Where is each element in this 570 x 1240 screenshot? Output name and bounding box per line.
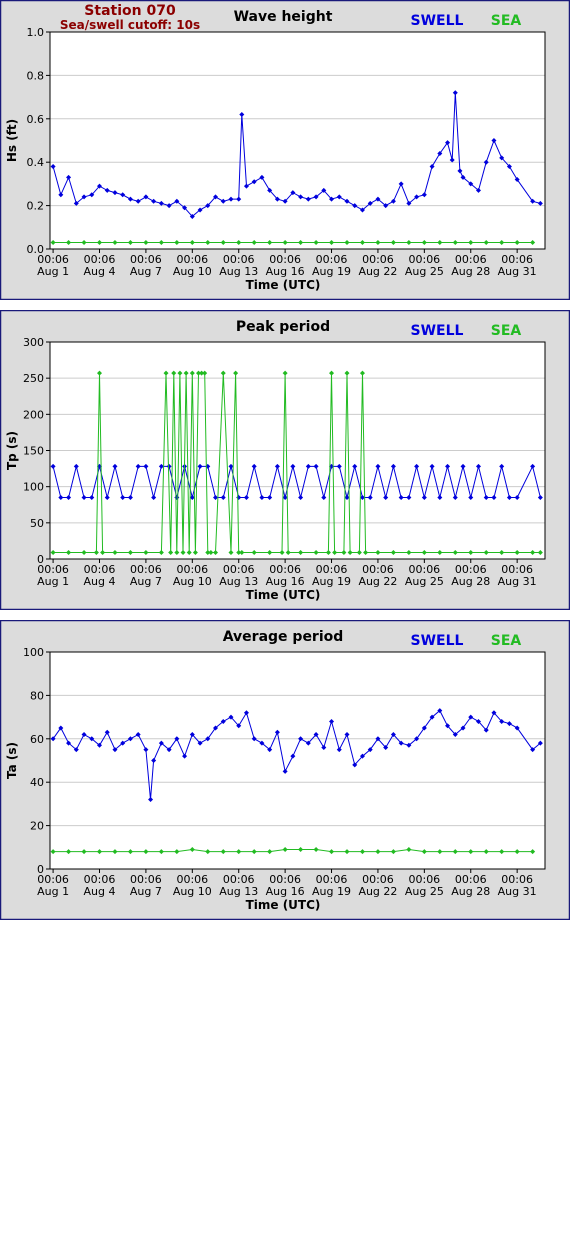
legend-swell: SWELL [411, 323, 464, 339]
average-period-chart: 02040608010000:06Aug 100:06Aug 400:06Aug… [0, 620, 570, 920]
y-tick-label: 0.2 [27, 200, 45, 213]
y-tick-label: 0.6 [27, 113, 45, 126]
x-axis-label: Time (UTC) [246, 588, 321, 602]
x-tick-date: Aug 16 [266, 265, 305, 278]
x-tick-date: Aug 4 [84, 575, 116, 588]
x-tick-date: Aug 4 [84, 885, 116, 898]
x-tick-date: Aug 31 [498, 265, 537, 278]
y-tick-label: 100 [23, 481, 44, 494]
x-tick-date: Aug 22 [358, 575, 397, 588]
y-tick-label: 300 [23, 336, 44, 349]
x-tick-date: Aug 31 [498, 575, 537, 588]
x-tick-date: Aug 4 [84, 265, 116, 278]
legend-sea: SEA [491, 13, 522, 29]
peak-period-chart: 05010015020025030000:06Aug 100:06Aug 400… [0, 310, 570, 610]
x-tick-date: Aug 1 [37, 265, 69, 278]
x-tick-date: Aug 22 [358, 885, 397, 898]
y-tick-label: 250 [23, 372, 44, 385]
wave-height-panel: 0.0 0.2 0.4 0.6 0.8 1.0 00:06 Aug 1 00:06 Aug 4 00… [0, 0, 570, 300]
y-tick-label: 150 [23, 445, 44, 458]
y-tick-label: 200 [23, 408, 44, 421]
chart-title: Wave height [234, 9, 333, 25]
x-tick-date: Aug 25 [405, 265, 444, 278]
average-period-panel: 0 20 40 60 80 100 00:06 Aug 1 00:06 Aug 4 00:06 Aug… [0, 620, 570, 920]
chart-title: Peak period [236, 319, 330, 335]
x-tick-date: Aug 13 [219, 265, 258, 278]
x-tick-date: Aug 1 [37, 575, 69, 588]
y-tick-label: 0.8 [27, 69, 45, 82]
y-tick-label: 60 [30, 733, 44, 746]
peak-period-panel: 0 50 100 150 200 250 300 00:06 Aug 1 00:06 Aug 4 00… [0, 310, 570, 610]
x-tick-date: Aug 19 [312, 885, 351, 898]
y-tick-label: 1.0 [27, 26, 45, 39]
x-tick-date: Aug 28 [451, 575, 490, 588]
y-tick-label: 0.4 [27, 156, 45, 169]
chart-title: Average period [223, 629, 344, 645]
y-tick-label: 20 [30, 820, 44, 833]
y-tick-label: 40 [30, 776, 44, 789]
x-tick-date: Aug 10 [173, 575, 212, 588]
legend-swell: SWELL [411, 633, 464, 649]
y-axis-label: Tp (s) [5, 431, 19, 470]
x-tick-date: Aug 19 [312, 265, 351, 278]
legend-sea: SEA [491, 633, 522, 649]
x-tick-date: Aug 10 [173, 265, 212, 278]
x-tick-date: Aug 28 [451, 265, 490, 278]
x-tick-date: Aug 31 [498, 885, 537, 898]
x-tick-date: Aug 1 [37, 885, 69, 898]
y-tick-label: 100 [23, 646, 44, 659]
x-tick-date: Aug 7 [130, 575, 162, 588]
x-tick-date: Aug 13 [219, 885, 258, 898]
y-axis-label: Ta (s) [5, 742, 19, 779]
y-axis-label: Hs (ft) [5, 119, 19, 162]
x-tick-date: Aug 7 [130, 265, 162, 278]
legend-sea: SEA [491, 323, 522, 339]
x-tick-date: Aug 7 [130, 885, 162, 898]
x-tick-date: Aug 25 [405, 885, 444, 898]
x-tick-date: Aug 16 [266, 575, 305, 588]
x-tick-date: Aug 10 [173, 885, 212, 898]
plot-area [50, 652, 545, 869]
x-tick-date: Aug 28 [451, 885, 490, 898]
x-tick-date: Aug 16 [266, 885, 305, 898]
y-tick-label: 80 [30, 689, 44, 702]
cutoff-label: Sea/swell cutoff: 10s [60, 18, 200, 32]
x-tick-date: Aug 25 [405, 575, 444, 588]
y-tick-label: 50 [30, 517, 44, 530]
wave-height-chart: 0.00.20.40.60.81.000:06Aug 100:06Aug 400… [0, 0, 570, 300]
x-tick-date: Aug 22 [358, 265, 397, 278]
legend-swell: SWELL [411, 13, 464, 29]
x-tick-date: Aug 13 [219, 575, 258, 588]
plot-area [50, 32, 545, 249]
x-tick-date: Aug 19 [312, 575, 351, 588]
x-axis-label: Time (UTC) [246, 898, 321, 912]
station-label: Station 070 [84, 3, 176, 19]
x-axis-label: Time (UTC) [246, 278, 321, 292]
